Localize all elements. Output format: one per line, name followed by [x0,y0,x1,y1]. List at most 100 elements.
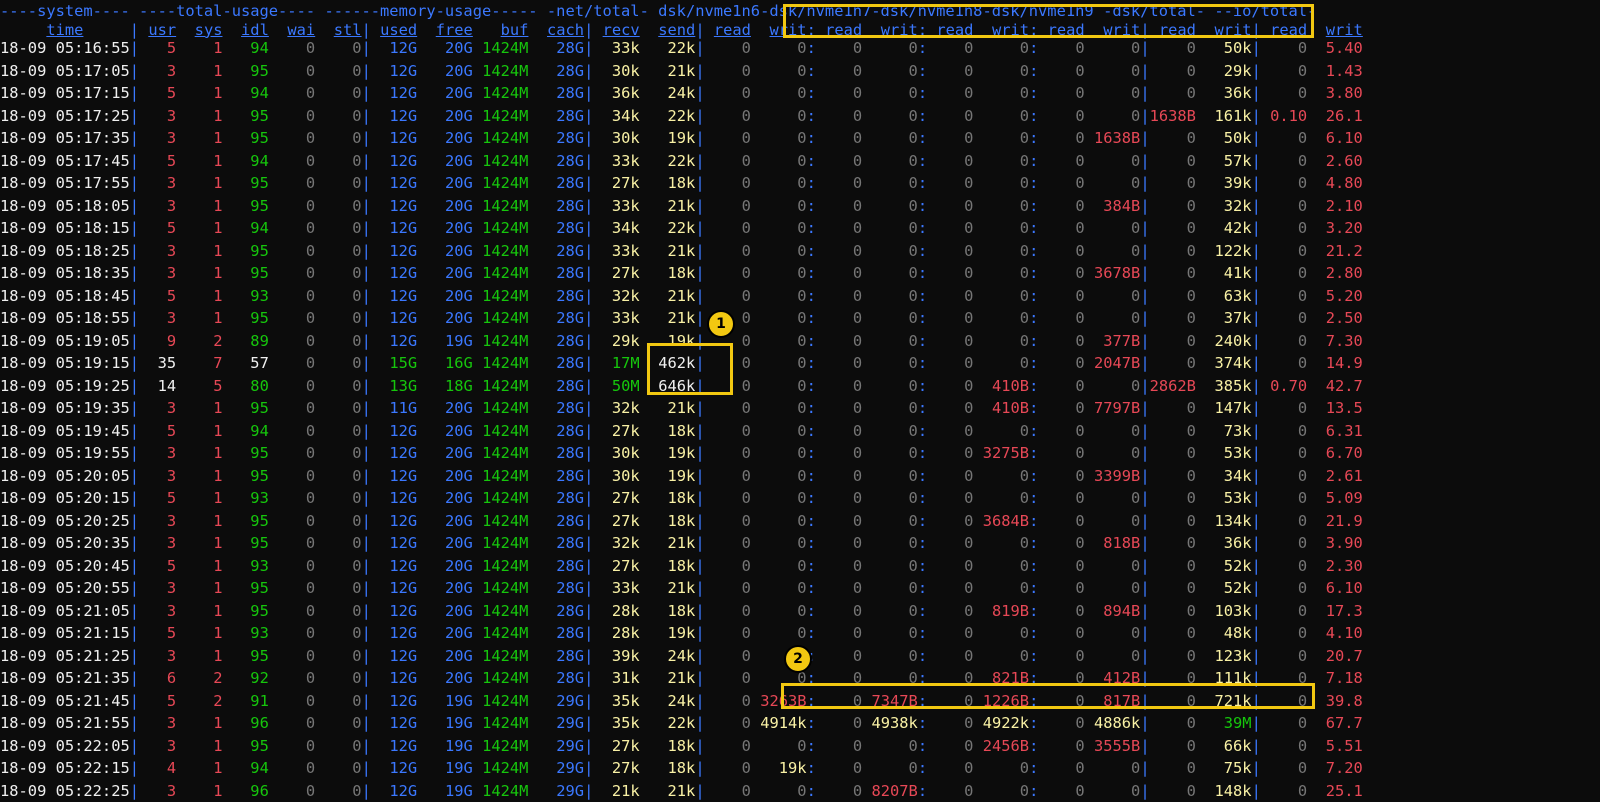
cell-recv: 28k [593,600,639,623]
cell-writ: 2.80 [1316,262,1362,285]
cell-free: 20G [426,600,472,623]
cell-read: 0 [816,375,862,398]
cell-read: 0 [927,780,973,802]
cell-read: 0 [705,465,751,488]
cell-read: 0 [927,645,973,668]
cell-writ: 0 [983,195,1029,218]
cell-used: 12G [371,667,417,690]
table-row: 18-09 05:17:25|3 1 95 0 0|12G 20G 1424M … [0,105,1363,128]
table-row: 18-09 05:18:55|3 1 95 0 0|12G 20G 1424M … [0,307,1363,330]
cell-read: 0 [1038,195,1084,218]
cell-sys: 1 [185,172,222,195]
cell-idl: 95 [232,127,269,150]
cell-idl: 95 [232,600,269,623]
cell-idl: 95 [232,442,269,465]
cell-stl: 0 [324,577,361,600]
cell-writ: 0 [983,37,1029,60]
cell-writ: 42k [1205,217,1251,240]
cell-wai: 0 [278,285,315,308]
cell-read: 0 [927,105,973,128]
cell-cach: 28G [538,555,584,578]
cell-sys: 2 [185,667,222,690]
cell-time: 18-09 05:19:15 [0,352,130,375]
terminal-window[interactable]: ----system--------total-usage----------m… [0,0,1600,776]
cell-read: 0 [927,217,973,240]
cell-time: 18-09 05:17:35 [0,127,130,150]
cell-writ: 0 [983,307,1029,330]
cell-read: 0 [927,285,973,308]
cell-read: 0 [1150,487,1196,510]
cell-sys: 1 [185,397,222,420]
cell-read: 1638B [1150,105,1196,128]
cell-writ: 36k [1205,532,1251,555]
cell-recv: 21k [593,780,639,802]
cell-writ: 50k [1205,37,1251,60]
cell-writ: 4886k [1094,712,1140,735]
cell-read: 0 [1261,532,1307,555]
cell-writ: 0 [871,600,917,623]
cell-idl: 95 [232,307,269,330]
cell-writ: 0 [871,150,917,173]
cell-writ: 0 [871,240,917,263]
cell-read: 0 [705,532,751,555]
cell-read: 0 [927,577,973,600]
cell-free: 20G [426,420,472,443]
cell-usr: 5 [139,285,176,308]
cell-writ: 0 [871,307,917,330]
cell-writ: 39k [1205,172,1251,195]
cell-read: 0 [1261,757,1307,780]
cell-writ: 0 [983,420,1029,443]
cell-writ: 3.20 [1316,217,1362,240]
cell-read: 0 [1038,645,1084,668]
cell-read: 0 [705,285,751,308]
cell-cach: 28G [538,667,584,690]
cell-read: 0 [927,442,973,465]
cell-read: 0 [927,352,973,375]
cell-recv: 30k [593,60,639,83]
table-row: 18-09 05:20:05|3 1 95 0 0|12G 20G 1424M … [0,465,1363,488]
cell-recv: 33k [593,307,639,330]
cell-writ: 0 [871,555,917,578]
cell-read: 0 [1150,757,1196,780]
cell-read: 0 [1261,127,1307,150]
cell-time: 18-09 05:21:15 [0,622,130,645]
cell-idl: 95 [232,195,269,218]
cell-recv: 32k [593,285,639,308]
cell-cach: 28G [538,127,584,150]
cell-buf: 1424M [482,622,528,645]
cell-read: 0 [816,645,862,668]
cell-wai: 0 [278,577,315,600]
cell-read: 0 [1150,780,1196,802]
cell-read: 0 [927,82,973,105]
cell-read: 0 [927,600,973,623]
cell-idl: 94 [232,37,269,60]
cell-writ: 0 [1094,82,1140,105]
cell-sys: 1 [185,757,222,780]
cell-buf: 1424M [482,262,528,285]
table-row: 18-09 05:21:55|3 1 96 0 0|12G 19G 1424M … [0,712,1363,735]
cell-stl: 0 [324,397,361,420]
cell-send: 21k [649,307,695,330]
cell-writ: 0 [1094,307,1140,330]
cell-buf: 1424M [482,780,528,802]
cell-recv: 33k [593,240,639,263]
cell-cach: 28G [538,285,584,308]
cell-writ: 7797B [1094,397,1140,420]
cell-cach: 28G [538,150,584,173]
cell-used: 12G [371,37,417,60]
cell-read: 0 [1038,37,1084,60]
cell-recv: 30k [593,465,639,488]
cell-writ: 0 [983,285,1029,308]
table-row: 18-09 05:21:05|3 1 95 0 0|12G 20G 1424M … [0,600,1363,623]
cell-writ: 67.7 [1316,712,1362,735]
cell-free: 19G [426,757,472,780]
cell-read: 0 [927,172,973,195]
cell-time: 18-09 05:20:15 [0,487,130,510]
cell-cach: 28G [538,195,584,218]
cell-read: 0 [1038,397,1084,420]
cell-writ: 0 [871,532,917,555]
cell-usr: 3 [139,307,176,330]
cell-read: 0 [1261,735,1307,758]
cell-cach: 28G [538,330,584,353]
cell-cach: 28G [538,172,584,195]
